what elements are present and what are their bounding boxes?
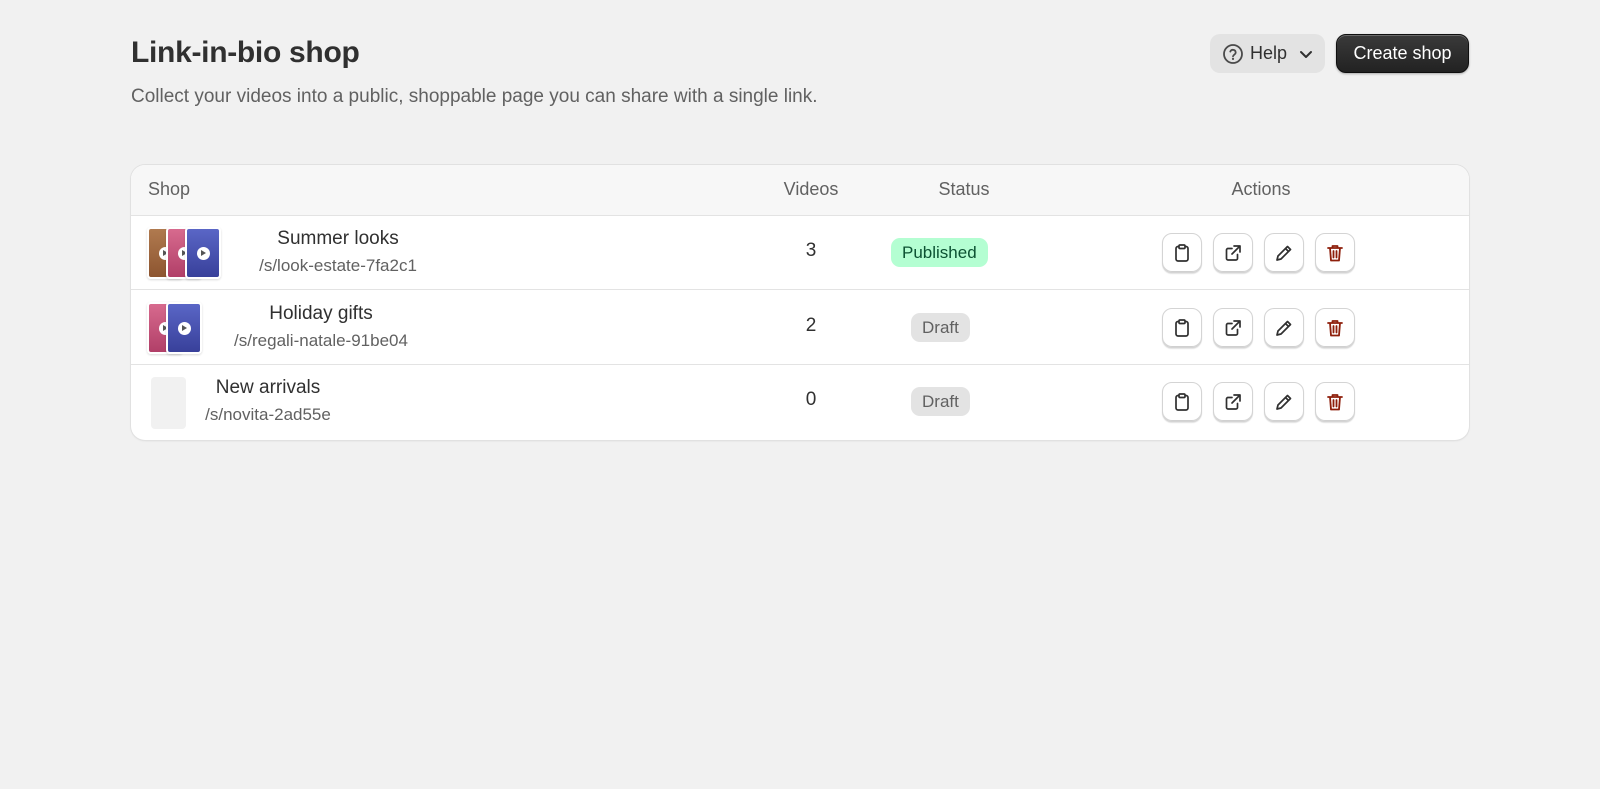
open-shop-button[interactable] [1213,382,1253,422]
help-button[interactable]: Help [1210,34,1325,73]
row-actions [1162,382,1355,422]
pencil-icon [1276,320,1292,336]
page-title: Link-in-bio shop [131,36,360,69]
open-shop-button[interactable] [1213,233,1253,273]
clipboard-icon [1175,319,1189,337]
row-actions [1162,233,1355,273]
status-badge: Draft [911,387,970,416]
empty-thumbnail [151,377,186,429]
shop-info: New arrivals /s/novita-2ad55e [197,377,339,425]
video-thumbnail [185,227,221,279]
shop-name: New arrivals [215,377,321,398]
external-link-icon [1225,394,1241,410]
trash-icon [1327,320,1343,337]
trash-icon [1327,394,1343,411]
help-label: Help [1250,43,1288,63]
video-count: 2 [805,315,817,336]
shop-path: /s/regali-natale-91be04 [234,331,408,350]
column-header-shop: Shop [148,179,191,199]
clipboard-icon [1175,244,1189,262]
pencil-icon [1276,245,1292,261]
status-badge: Published [891,238,988,267]
copy-link-button[interactable] [1162,233,1202,273]
video-count: 0 [805,389,817,410]
shop-path: /s/novita-2ad55e [205,405,331,424]
external-link-icon [1225,245,1241,261]
play-icon [196,246,210,260]
copy-link-button[interactable] [1162,382,1202,422]
question-circle-icon [1222,43,1244,65]
play-icon [177,321,191,335]
trash-icon [1327,245,1343,262]
pencil-icon [1276,394,1292,410]
video-thumbnail [166,302,202,354]
delete-shop-button[interactable] [1315,233,1355,273]
shop-path: /s/look-estate-7fa2c1 [259,256,417,275]
table-row[interactable]: Holiday gifts /s/regali-natale-91be04 2 … [131,291,1469,365]
status-badge: Draft [911,313,970,342]
table-header: Shop Videos Status Actions [131,165,1469,216]
clipboard-icon [1175,393,1189,411]
edit-shop-button[interactable] [1264,308,1304,348]
page-subtitle: Collect your videos into a public, shopp… [131,86,818,107]
shop-name: Holiday gifts [269,303,373,324]
create-shop-button[interactable]: Create shop [1336,34,1469,73]
column-header-status: Status [938,179,990,199]
shop-info: Holiday gifts /s/regali-natale-91be04 [221,303,421,351]
table-row[interactable]: Summer looks /s/look-estate-7fa2c1 3 Pub… [131,216,1469,290]
shop-info: Summer looks /s/look-estate-7fa2c1 [243,228,433,276]
row-actions [1162,308,1355,348]
column-header-actions: Actions [1231,179,1291,199]
external-link-icon [1225,320,1241,336]
page-header: Link-in-bio shop Collect your videos int… [131,30,1469,120]
delete-shop-button[interactable] [1315,382,1355,422]
copy-link-button[interactable] [1162,308,1202,348]
shops-table: Shop Videos Status Actions Summer looks … [131,165,1469,440]
delete-shop-button[interactable] [1315,308,1355,348]
edit-shop-button[interactable] [1264,233,1304,273]
edit-shop-button[interactable] [1264,382,1304,422]
shop-name: Summer looks [277,228,399,249]
video-count: 3 [805,240,817,261]
table-row[interactable]: New arrivals /s/novita-2ad55e 0 Draft [131,365,1469,439]
open-shop-button[interactable] [1213,308,1253,348]
chevron-down-icon [1297,45,1315,63]
